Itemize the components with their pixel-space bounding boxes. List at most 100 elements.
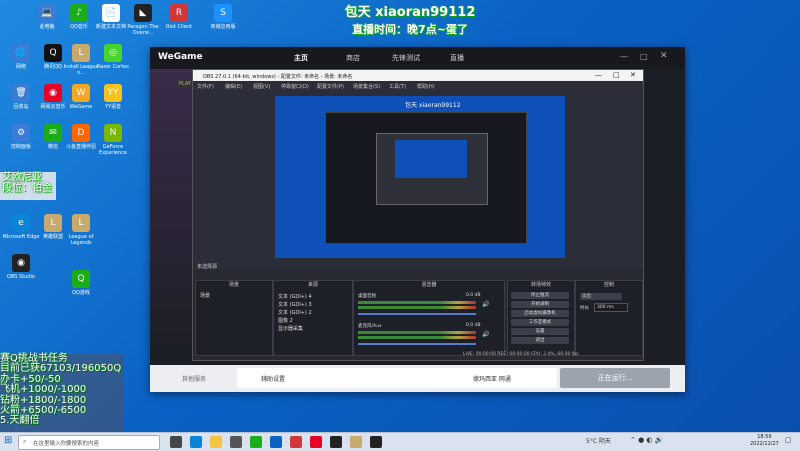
obs-preview[interactable]: 包天 xiaoran99112 [275, 96, 565, 258]
weather-widget[interactable]: 5°C 阴天 [586, 436, 611, 445]
wegame-bottom-bar: 其他服务 辅助设置 德玛西亚 网通 正在运行... [150, 365, 685, 392]
notification-icon[interactable]: ▢ [785, 436, 792, 444]
transition-select[interactable]: 淡出 [580, 293, 622, 300]
clock[interactable]: 18:59 2022/12/27 [750, 434, 779, 448]
source-item[interactable]: 文本 (GDI+) 4 [278, 293, 312, 300]
running-status-button[interactable]: 正在运行... [560, 368, 670, 388]
tray-icons[interactable]: ⌃ ● ◐ 🔊 [630, 436, 663, 444]
duration-label: 时长 [580, 306, 589, 311]
obs-menu-item[interactable]: 视图(V) [253, 83, 270, 90]
desktop-icon[interactable]: R Riot Client [160, 4, 198, 30]
rank-label: 段位：铂金 [2, 183, 52, 194]
other-services[interactable]: 其他服务 [182, 374, 206, 383]
source-item[interactable]: 文本 (GDI+) 3 [278, 301, 312, 308]
app-icon: ◎ [104, 44, 122, 62]
tab-store[interactable]: 商店 [346, 53, 360, 63]
app-icon: ◉ [44, 84, 62, 102]
obs-menu-item[interactable]: 工具(T) [389, 83, 406, 90]
mixer-track-db: 0.0 dB [466, 293, 481, 298]
close-icon[interactable]: ✕ [660, 51, 668, 61]
wegame-task-icon[interactable] [350, 436, 362, 448]
app-icon[interactable] [310, 436, 322, 448]
desktop-icon[interactable]: ◎ Razer Cortex [94, 44, 132, 70]
file-explorer-icon[interactable] [210, 436, 222, 448]
desktop-icon[interactable]: S 商城应用版 [204, 4, 242, 30]
server-region[interactable]: 德玛西亚 网通 [473, 374, 511, 383]
desktop-icon[interactable]: L League of Legends [62, 214, 100, 246]
desktop-icon-label: YY语音 [104, 104, 122, 110]
tab-test[interactable]: 先锋测试 [392, 53, 420, 63]
preview-nested-obs [376, 133, 488, 205]
speaker-icon[interactable]: 🔊 [482, 331, 489, 338]
studio-mode-button[interactable]: 工作室模式 [511, 319, 569, 326]
obs-titlebar: OBS 27.0.1 (64-bit, windows) - 配置文件: 未命名… [193, 70, 643, 81]
app-icon: ◉ [12, 254, 30, 272]
wechat-icon[interactable] [250, 436, 262, 448]
edge-icon[interactable] [190, 436, 202, 448]
mixer-meter [358, 336, 476, 339]
speaker-icon[interactable]: 🔊 [482, 301, 489, 308]
source-item[interactable]: 文本 (GDI+) 2 [278, 309, 312, 316]
desktop-icon[interactable]: Q QQ游戏 [62, 270, 100, 296]
app-icon: 💻 [38, 4, 56, 22]
obs-menu-item[interactable]: 配置文件(P) [317, 83, 344, 90]
transitions-dock: 控制 淡出 时长 300 ms [575, 280, 643, 356]
desktop-icon-label: Paragon The Overw... [127, 24, 159, 36]
obs-close-icon[interactable]: ✕ [630, 71, 636, 79]
store-icon[interactable] [230, 436, 242, 448]
scenes-header: 场景 [228, 282, 239, 288]
obs-task-icon[interactable] [330, 436, 342, 448]
scene-item[interactable]: 场景 [200, 292, 210, 299]
source-item[interactable]: 图像 2 [278, 317, 293, 324]
volume-slider[interactable] [358, 313, 476, 315]
desktop-icon-label: OBS Studio [7, 274, 35, 280]
exit-button[interactable]: 退出 [511, 337, 569, 344]
app-icon: ◣ [134, 4, 152, 22]
task-view-icon[interactable] [170, 436, 182, 448]
obs-menu-item[interactable]: 文件(F) [197, 83, 214, 90]
source-item[interactable]: 显示器采集 [278, 325, 303, 332]
no-source-label: 未选择源 [197, 264, 218, 270]
tab-home[interactable]: 主页 [294, 53, 308, 63]
assist-settings[interactable]: 辅助设置 [261, 374, 285, 383]
volume-slider[interactable] [358, 343, 476, 345]
tab-live[interactable]: 直播 [450, 53, 464, 63]
search-icon: ⌕ [23, 438, 27, 445]
app-icon[interactable] [270, 436, 282, 448]
sources-header: 来源 [307, 282, 318, 288]
settings-button[interactable]: 设置 [511, 328, 569, 335]
lol-task-icon[interactable] [370, 436, 382, 448]
duration-field[interactable]: 300 ms [594, 303, 628, 312]
obs-menu-item[interactable]: 帮助(H) [417, 83, 435, 90]
virtual-camera-button[interactable]: 启动虚拟摄像机 [511, 310, 569, 317]
obs-menu-item[interactable]: 场景集合(S) [353, 83, 380, 90]
desktop-icon[interactable]: YY YY语音 [94, 84, 132, 110]
app-icon: S [214, 4, 232, 22]
app-icon[interactable] [290, 436, 302, 448]
maximize-icon[interactable]: □ [640, 52, 648, 61]
obs-menu-item[interactable]: 停靠窗口(D) [281, 83, 309, 90]
desktop-icon-label: GeForce Experience [99, 144, 127, 156]
start-recording-button[interactable]: 开始录制 [511, 301, 569, 308]
minimize-icon[interactable]: — [620, 52, 628, 61]
obs-maximize-icon[interactable]: □ [613, 71, 620, 79]
desktop-icon[interactable]: N GeForce Experience [94, 124, 132, 156]
mixer-track-name: 麦克风/Aux [358, 324, 382, 329]
app-icon: Q [72, 270, 90, 288]
obs-window[interactable]: OBS 27.0.1 (64-bit, windows) - 配置文件: 未命名… [192, 69, 644, 361]
preview-nested-preview [395, 140, 467, 178]
obs-minimize-icon[interactable]: — [595, 71, 602, 79]
launcher-panel: 辅助设置 德玛西亚 网通 [237, 368, 557, 388]
mixer-meter [358, 306, 476, 309]
desktop-icon[interactable]: ◣ Paragon The Overw... [124, 4, 162, 36]
rank-overlay: 艾欧尼亚 段位：铂金 [2, 172, 52, 194]
windows-start-icon[interactable]: ⊞ [4, 435, 12, 446]
desktop-icon[interactable]: ◉ OBS Studio [2, 254, 40, 280]
mixer-meter [358, 331, 476, 334]
search-box[interactable]: ⌕ 在这里输入你要搜索的内容 [18, 435, 160, 450]
desktop-icon-label: QQ游戏 [72, 290, 90, 296]
stop-stream-button[interactable]: 停止推流 [511, 292, 569, 299]
obs-menu-item[interactable]: 编辑(E) [225, 83, 242, 90]
sources-dock: 来源 文本 (GDI+) 4 文本 (GDI+) 3 文本 (GDI+) 2 图… [273, 280, 353, 356]
obs-title: OBS 27.0.1 (64-bit, windows) - 配置文件: 未命名… [203, 74, 353, 80]
